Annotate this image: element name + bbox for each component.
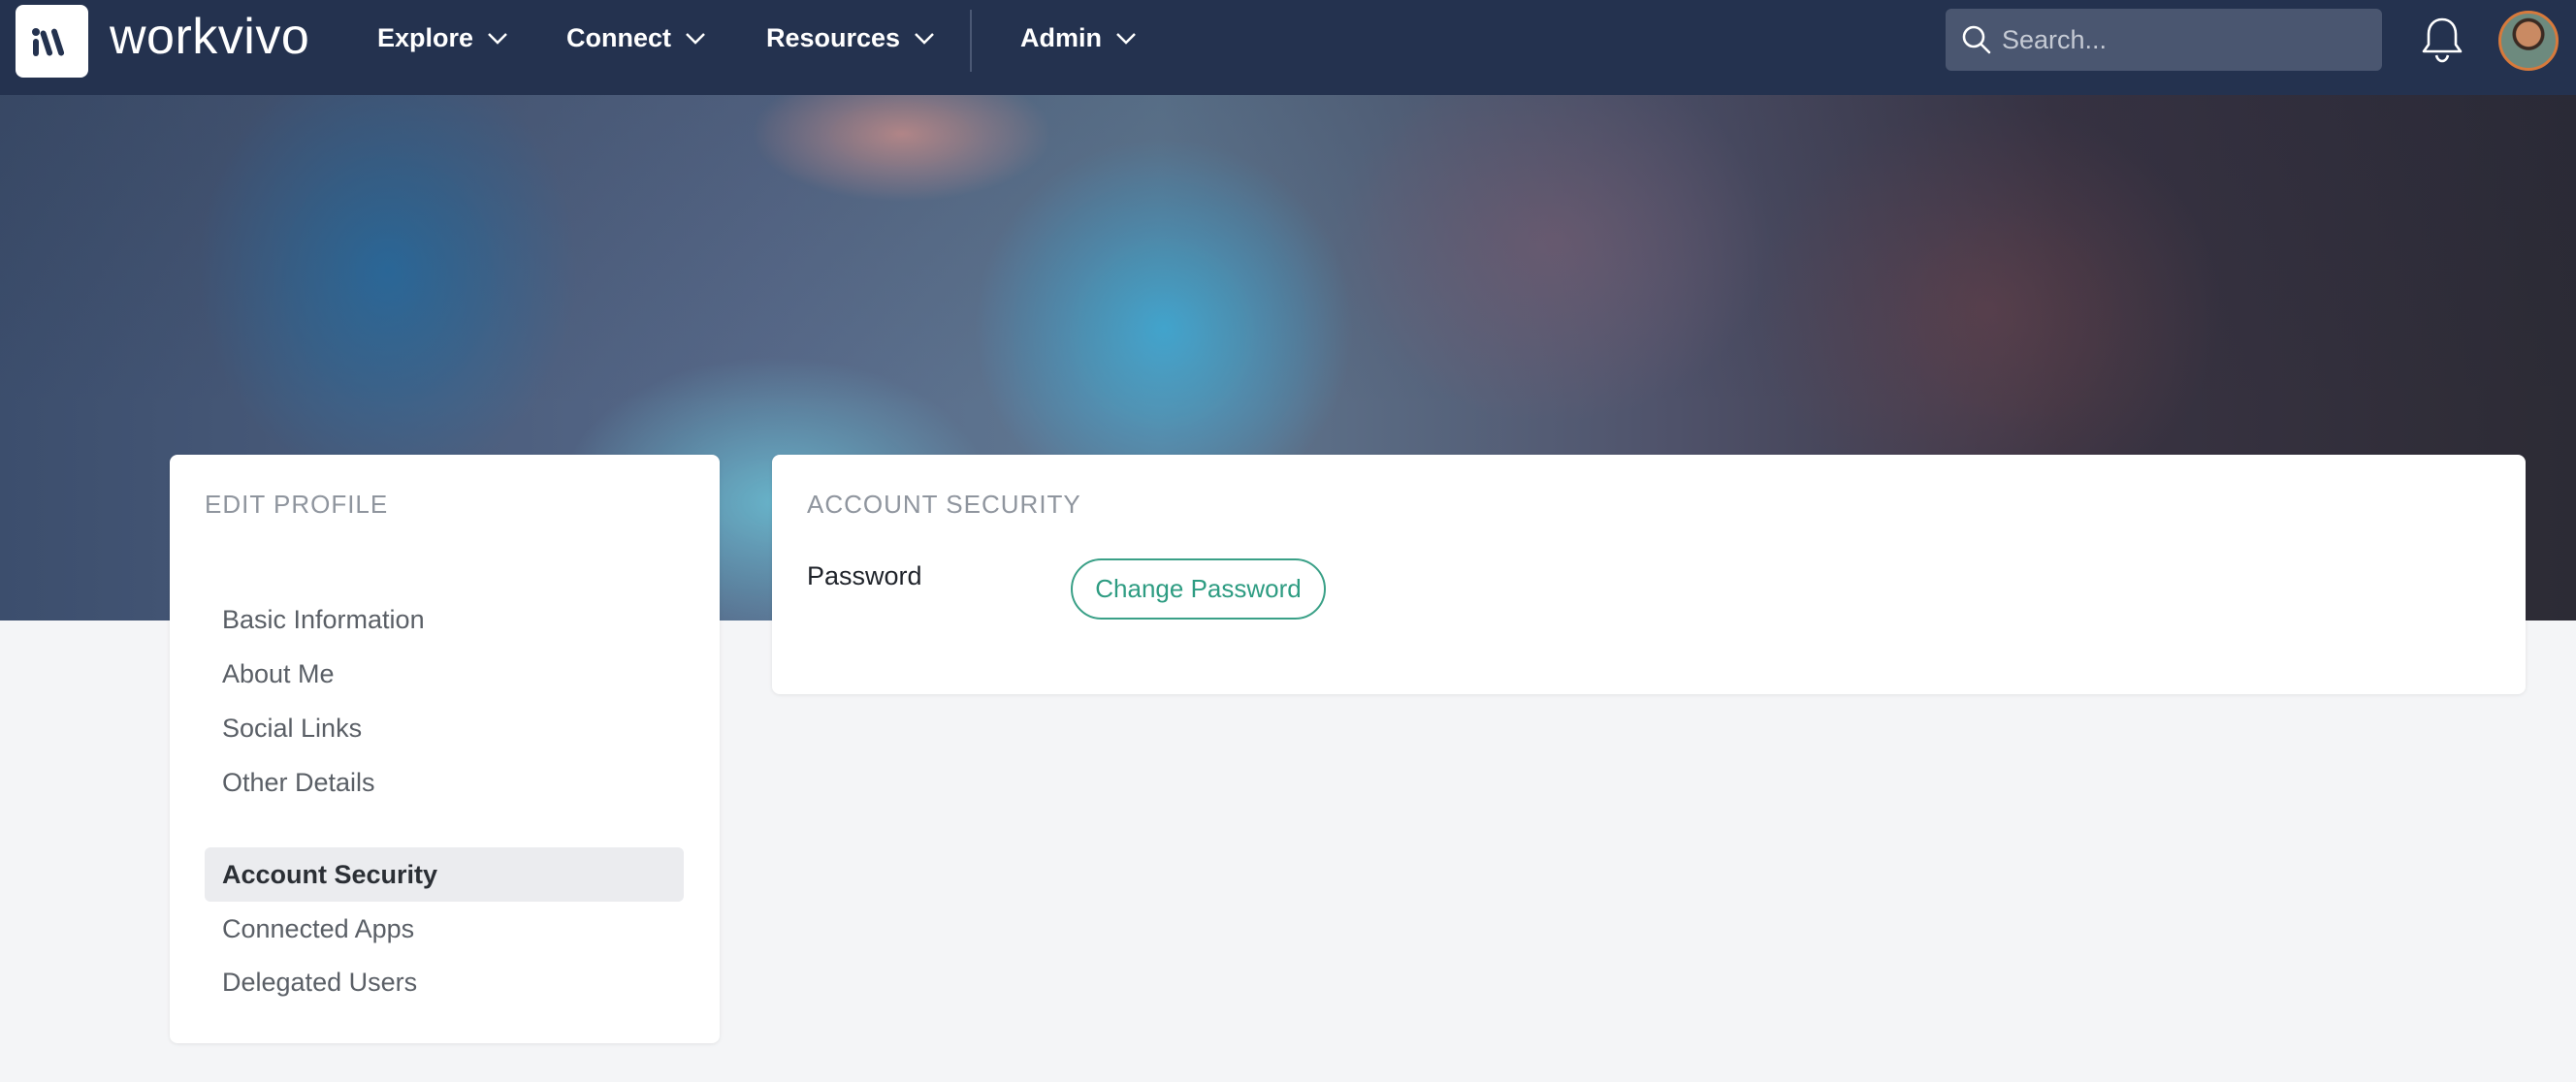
search-box[interactable] bbox=[1946, 9, 2382, 71]
edit-profile-menu-card: EDIT PROFILE Basic Information About Me … bbox=[170, 455, 720, 1043]
chevron-down-icon bbox=[915, 32, 934, 45]
nav-admin-label: Admin bbox=[1020, 23, 1102, 52]
search-input[interactable] bbox=[2002, 24, 2370, 55]
search-icon bbox=[1962, 25, 1991, 54]
nav-connect[interactable]: Connect bbox=[566, 23, 706, 53]
user-avatar[interactable] bbox=[2498, 11, 2559, 71]
chevron-down-icon bbox=[488, 32, 507, 45]
account-security-card: ACCOUNT SECURITY Password Change Passwor… bbox=[772, 455, 2526, 694]
workvivo-logo-icon bbox=[31, 27, 64, 56]
menu-item-about-me[interactable]: About Me bbox=[205, 647, 684, 701]
account-security-heading: ACCOUNT SECURITY bbox=[807, 490, 1081, 519]
menu-item-social-links[interactable]: Social Links bbox=[205, 701, 684, 755]
nav-connect-label: Connect bbox=[566, 23, 671, 52]
menu-item-connected-apps[interactable]: Connected Apps bbox=[205, 902, 684, 956]
nav-explore[interactable]: Explore bbox=[377, 23, 508, 53]
nav-resources-label: Resources bbox=[766, 23, 901, 52]
menu-item-delegated-users[interactable]: Delegated Users bbox=[205, 955, 684, 1009]
menu-item-basic-information[interactable]: Basic Information bbox=[205, 592, 684, 647]
workvivo-logo[interactable] bbox=[16, 5, 88, 78]
change-password-button[interactable]: Change Password bbox=[1071, 558, 1326, 620]
top-navigation-bar: workvivo Explore Connect Resources Admin bbox=[0, 0, 2576, 95]
chevron-down-icon bbox=[1116, 32, 1136, 45]
menu-item-account-security[interactable]: Account Security bbox=[205, 847, 684, 902]
nav-resources[interactable]: Resources bbox=[766, 23, 935, 53]
nav-explore-label: Explore bbox=[377, 23, 474, 52]
nav-admin[interactable]: Admin bbox=[1020, 23, 1137, 53]
nav-divider bbox=[970, 10, 972, 72]
password-label: Password bbox=[807, 561, 922, 590]
menu-item-other-details[interactable]: Other Details bbox=[205, 755, 684, 810]
brand-name[interactable]: workvivo bbox=[110, 8, 309, 66]
chevron-down-icon bbox=[686, 32, 705, 45]
edit-profile-heading: EDIT PROFILE bbox=[205, 490, 389, 519]
notifications-bell-icon[interactable] bbox=[2419, 16, 2465, 64]
